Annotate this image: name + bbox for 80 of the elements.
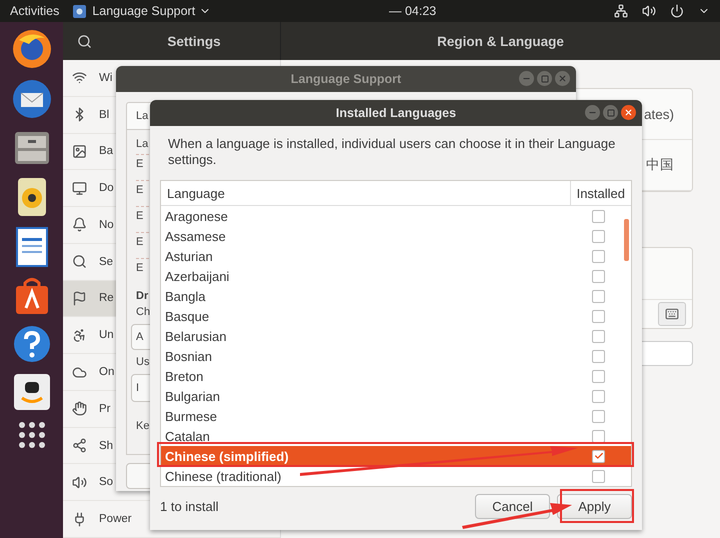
checkbox[interactable] bbox=[592, 470, 605, 482]
checkbox[interactable] bbox=[592, 310, 605, 322]
close-icon bbox=[624, 108, 633, 117]
page-title: Region & Language bbox=[436, 34, 565, 48]
maximize-icon bbox=[606, 108, 614, 116]
section-heading: La bbox=[136, 138, 148, 150]
checkbox[interactable] bbox=[592, 210, 605, 222]
network-icon[interactable] bbox=[614, 4, 628, 18]
checkbox[interactable] bbox=[592, 410, 605, 422]
hand-icon bbox=[72, 401, 87, 416]
settings-title: Settings bbox=[166, 34, 222, 48]
flag-icon bbox=[72, 290, 87, 306]
accessibility-icon bbox=[72, 328, 87, 343]
mail-icon[interactable] bbox=[10, 78, 52, 120]
checkbox[interactable] bbox=[592, 390, 605, 402]
keyboard-button[interactable] bbox=[658, 302, 686, 326]
label: Us bbox=[136, 356, 150, 368]
app-grid-icon[interactable] bbox=[16, 420, 46, 450]
share-icon bbox=[72, 438, 87, 454]
language-row[interactable]: Burmese bbox=[161, 406, 631, 426]
cancel-button[interactable]: Cancel bbox=[475, 494, 550, 519]
scrollbar-thumb[interactable] bbox=[624, 219, 629, 261]
minimize-button[interactable] bbox=[585, 105, 600, 120]
checkbox[interactable] bbox=[592, 330, 605, 342]
language-row[interactable]: Bulgarian bbox=[161, 386, 631, 406]
help-icon[interactable] bbox=[12, 324, 52, 364]
minimize-button[interactable] bbox=[519, 71, 534, 86]
checkbox[interactable] bbox=[592, 290, 605, 302]
monitor-icon bbox=[72, 180, 87, 196]
window-title: Installed Languages bbox=[336, 106, 456, 120]
app-menu[interactable]: Language Support bbox=[92, 4, 196, 18]
language-row[interactable]: Assamese bbox=[161, 226, 631, 246]
checkbox[interactable] bbox=[592, 450, 605, 462]
checkbox[interactable] bbox=[592, 230, 605, 242]
speaker-icon bbox=[72, 474, 87, 490]
cloud-icon bbox=[72, 364, 87, 380]
language-row[interactable]: Aragonese bbox=[161, 206, 631, 226]
checkbox[interactable] bbox=[592, 250, 605, 262]
language-row[interactable]: Bangla bbox=[161, 286, 631, 306]
section-heading: Dr bbox=[136, 290, 148, 302]
column-header[interactable]: Installed bbox=[570, 181, 631, 205]
power-icon[interactable] bbox=[670, 4, 684, 18]
keyboard-icon bbox=[665, 307, 679, 321]
checkbox[interactable] bbox=[592, 370, 605, 382]
activities-button[interactable]: Activities bbox=[10, 4, 60, 18]
language-row[interactable]: Catalan bbox=[161, 426, 631, 446]
close-button[interactable] bbox=[621, 105, 636, 120]
picture-frame-icon bbox=[72, 144, 87, 159]
search-icon[interactable] bbox=[77, 34, 92, 48]
close-icon bbox=[558, 74, 567, 83]
plug-icon bbox=[72, 512, 87, 527]
smile-icon[interactable] bbox=[12, 372, 52, 412]
column-header[interactable]: Language bbox=[161, 181, 570, 205]
checkbox[interactable] bbox=[592, 350, 605, 362]
status-text: 1 to install bbox=[160, 499, 219, 514]
check-icon bbox=[594, 451, 604, 461]
app-icon bbox=[73, 4, 86, 18]
apply-button[interactable]: Apply bbox=[557, 494, 632, 519]
clock[interactable]: — 04:23 bbox=[388, 4, 436, 18]
language-row[interactable]: Chinese (traditional) bbox=[161, 466, 631, 486]
description: When a language is installed, individual users can choose it in their Language settings. bbox=[167, 136, 616, 168]
maximize-button[interactable] bbox=[537, 71, 552, 86]
checkbox[interactable] bbox=[592, 430, 605, 442]
bell-icon bbox=[72, 217, 87, 232]
description: Ch bbox=[136, 306, 150, 318]
language-row[interactable]: Basque bbox=[161, 306, 631, 326]
language-row[interactable]: Belarusian bbox=[161, 326, 631, 346]
language-row[interactable]: Chinese (simplified) bbox=[161, 446, 631, 466]
language-row[interactable]: Bosnian bbox=[161, 346, 631, 366]
search-icon bbox=[72, 254, 87, 270]
label: Ke bbox=[136, 420, 150, 432]
checkbox[interactable] bbox=[592, 270, 605, 282]
browser-icon[interactable] bbox=[10, 28, 52, 70]
wifi-icon bbox=[72, 70, 87, 86]
window-title: Language Support bbox=[290, 72, 402, 86]
volume-icon[interactable] bbox=[642, 4, 656, 18]
maximize-icon bbox=[540, 74, 548, 82]
language-row[interactable]: Breton bbox=[161, 366, 631, 386]
language-row[interactable]: Asturian bbox=[161, 246, 631, 266]
language-row[interactable]: Azerbaijani bbox=[161, 266, 631, 286]
